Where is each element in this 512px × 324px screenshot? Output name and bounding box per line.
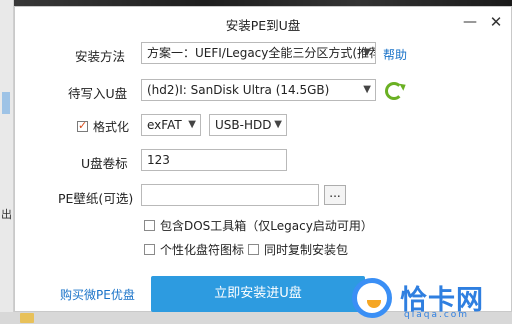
background-window-edge: 出 (0, 0, 14, 324)
install-pe-dialog: 安装PE到U盘 — ✕ 安装方法 方案一：UEFI/Legacy全能三分区方式(… (14, 6, 512, 312)
background-text: 出 (1, 208, 12, 221)
watermark-subtext: qiaqa.com (404, 310, 470, 320)
browse-button[interactable]: ... (324, 185, 346, 205)
dos-tools-checkbox[interactable] (144, 220, 155, 231)
dialog-title: 安装PE到U盘 (225, 18, 301, 33)
background-highlight (2, 92, 10, 114)
boot-mode-value: USB-HDD (215, 118, 272, 132)
close-button[interactable]: ✕ (485, 11, 507, 33)
format-checkbox[interactable] (77, 119, 88, 132)
chevron-down-icon: ▼ (274, 119, 282, 130)
copy-installer-label: 同时复制安装包 (264, 243, 349, 257)
filesystem-value: exFAT (147, 118, 182, 132)
wallpaper-label: PE壁纸(可选) (58, 191, 134, 206)
buy-usb-link[interactable]: 购买微PE优盘 (60, 286, 135, 303)
watermark: 恰卡网 qiaqa.com (352, 270, 512, 324)
copy-installer-checkbox[interactable] (248, 244, 259, 255)
custom-icon-label: 个性化盘符图标 (160, 243, 245, 257)
minimize-button[interactable]: — (459, 11, 481, 33)
boot-mode-select[interactable]: USB-HDD ▼ (209, 114, 287, 136)
chevron-down-icon: ▼ (363, 47, 371, 58)
wallpaper-path-input[interactable] (141, 184, 319, 206)
dos-tools-label: 包含DOS工具箱（仅Legacy启动可用） (160, 219, 373, 233)
chevron-down-icon: ▼ (188, 119, 196, 130)
filesystem-select[interactable]: exFAT ▼ (141, 114, 201, 136)
folder-icon (20, 313, 34, 323)
title-bar: 安装PE到U盘 — ✕ (15, 7, 511, 37)
target-disk-value: (hd2)I: SanDisk Ultra (14.5GB) (147, 83, 330, 97)
install-method-label: 安装方法 (75, 49, 126, 64)
watermark-logo-icon (352, 278, 392, 318)
volume-label-input[interactable]: 123 (141, 149, 287, 171)
refresh-icon[interactable] (385, 82, 403, 100)
install-now-button[interactable]: 立即安装进U盘 (151, 276, 365, 312)
install-method-select[interactable]: 方案一：UEFI/Legacy全能三分区方式(推荐) ▼ (141, 42, 376, 64)
format-label: 格式化 (93, 120, 130, 134)
target-disk-label: 待写入U盘 (68, 86, 128, 101)
install-method-value: 方案一：UEFI/Legacy全能三分区方式(推荐) (147, 46, 376, 60)
chevron-down-icon: ▼ (363, 84, 371, 95)
help-link[interactable]: 帮助 (383, 46, 407, 63)
target-disk-select[interactable]: (hd2)I: SanDisk Ultra (14.5GB) ▼ (141, 79, 376, 101)
custom-icon-checkbox[interactable] (144, 244, 155, 255)
volume-label-label: U盘卷标 (81, 156, 128, 171)
